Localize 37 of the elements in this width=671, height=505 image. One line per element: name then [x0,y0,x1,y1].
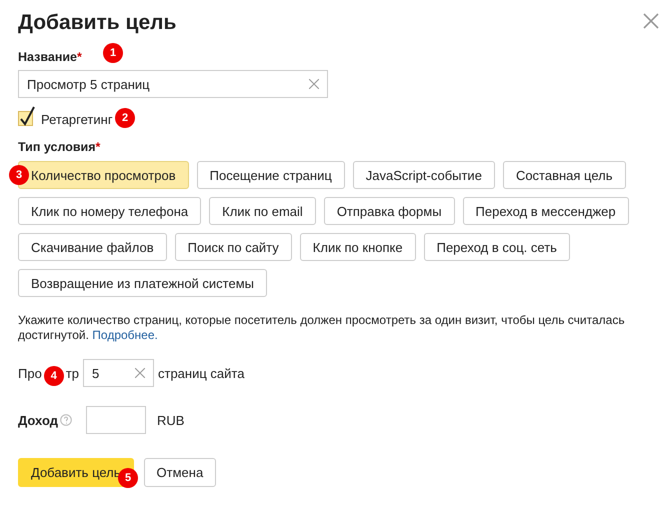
condition-type-button[interactable]: Переход в мессенджер [462,197,629,225]
condition-type-button[interactable]: Скачивание файлов [18,233,167,261]
pages-field[interactable]: 5 [83,359,154,387]
income-field[interactable] [86,406,146,434]
condition-type-button[interactable]: Отправка формы [324,197,455,225]
number-badge: 2 [115,108,135,128]
condition-type-button[interactable]: Клик по кнопке [300,233,416,261]
number-badge: 5 [118,468,138,488]
checkbox-label: Ретаргетинг [41,112,113,126]
condition-type-button[interactable]: Переход в соц. сеть [424,233,570,261]
field-label: Название* [18,49,82,65]
hint-text: Укажите количество страниц, которые посетитель должен просмотреть за один визит, чтобы цель считалась достигнутой. Подробнее. [18,313,626,343]
condition-type-button[interactable]: Клик по номеру телефона [18,197,202,225]
condition-type-button[interactable]: JavaScript-событие [352,161,495,189]
checkbox[interactable] [18,106,35,126]
dialog-title: Добавить цель [18,10,176,36]
clear-icon[interactable] [135,368,145,378]
condition-type-button[interactable]: Клик по email [209,197,316,225]
clear-icon[interactable] [309,79,319,89]
cancel-button[interactable]: Отмена [144,458,216,487]
number-badge: 3 [9,165,29,185]
condition-type-button[interactable]: Составная цель [502,161,626,189]
name-field[interactable]: Просмотр 5 страниц [18,70,328,98]
condition-type-button[interactable]: Возвращение из платежной системы [18,269,267,297]
section-label: Тип условия* [18,139,100,155]
field-label: Про [18,366,42,380]
condition-type-button[interactable]: Поиск по сайту [174,233,292,261]
more-link[interactable]: Подробнее. [92,328,158,342]
number-badge: 1 [103,43,123,63]
help-icon[interactable] [60,414,72,426]
field-label: Доход [18,412,58,428]
number-badge: 4 [44,366,64,386]
unit-label: страниц сайта [158,366,244,380]
currency-label: RUB [156,412,184,428]
field-label: тр [66,366,79,380]
condition-type-button[interactable]: Посещение страниц [196,161,345,189]
close-icon[interactable] [643,13,659,29]
